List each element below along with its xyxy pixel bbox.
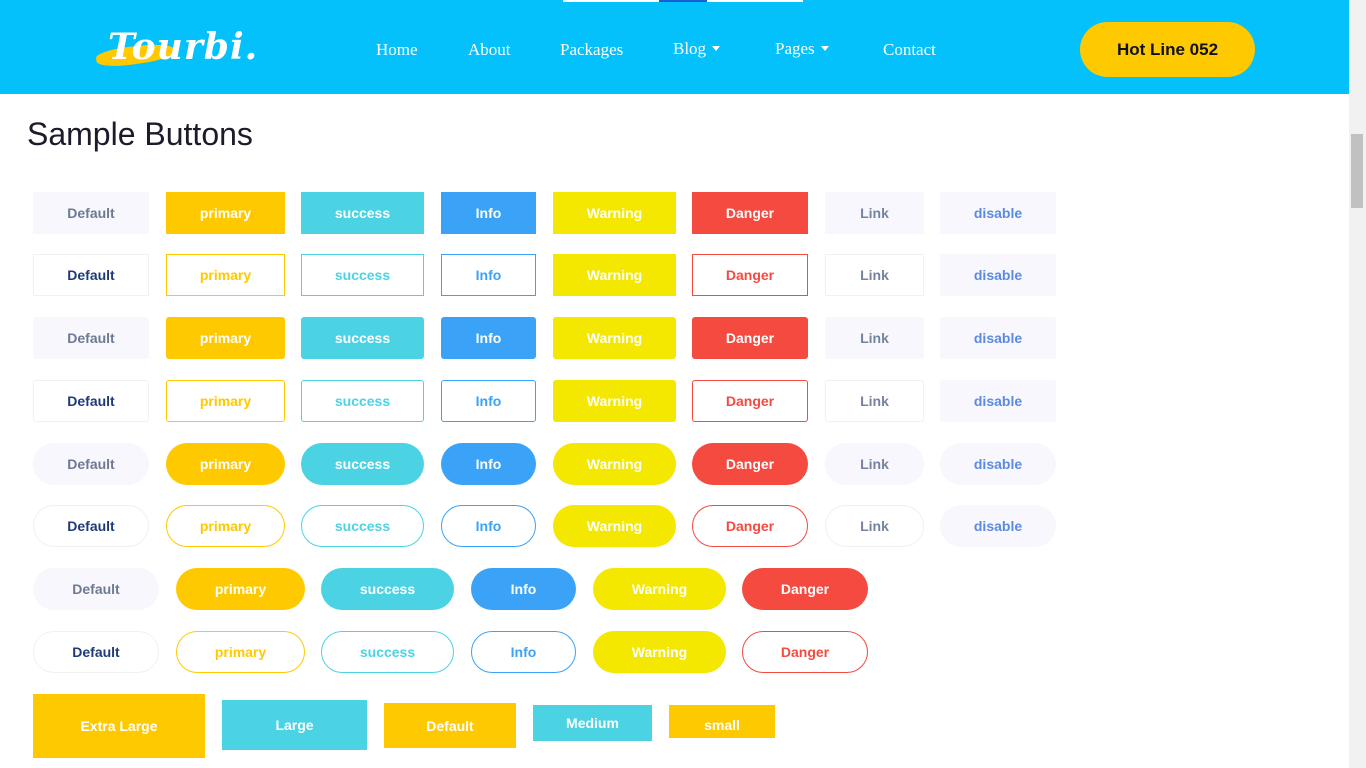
warning-button[interactable]: Warning bbox=[553, 254, 676, 296]
danger-button[interactable]: Danger bbox=[692, 254, 808, 296]
info-button[interactable]: Info bbox=[441, 192, 536, 234]
logo[interactable]: Tourbi. bbox=[95, 26, 257, 72]
default-button[interactable]: Default bbox=[33, 254, 149, 296]
navbar: Tourbi. Home About Packages Blog Pages C… bbox=[0, 0, 1349, 94]
disable-button[interactable]: disable bbox=[940, 317, 1056, 359]
default-button[interactable]: Default bbox=[33, 443, 149, 485]
info-button[interactable]: Info bbox=[441, 380, 536, 422]
nav-link-packages[interactable]: Packages bbox=[560, 40, 623, 60]
nav-link-label: Home bbox=[376, 40, 418, 59]
nav-link-contact[interactable]: Contact bbox=[883, 40, 936, 60]
small-button[interactable]: small bbox=[669, 705, 775, 738]
link-button[interactable]: Link bbox=[825, 505, 924, 547]
success-button[interactable]: success bbox=[301, 192, 424, 234]
danger-button[interactable]: Danger bbox=[692, 443, 808, 485]
primary-button[interactable]: primary bbox=[166, 317, 285, 359]
nav-link-label: About bbox=[468, 40, 511, 59]
warning-button[interactable]: Warning bbox=[593, 631, 726, 673]
logo-text: Tourbi. bbox=[108, 26, 259, 68]
primary-button[interactable]: primary bbox=[166, 254, 285, 296]
hotline-button[interactable]: Hot Line 052 bbox=[1080, 22, 1255, 77]
success-button[interactable]: success bbox=[301, 254, 424, 296]
success-button[interactable]: success bbox=[301, 443, 424, 485]
success-button[interactable]: success bbox=[301, 380, 424, 422]
primary-button[interactable]: primary bbox=[176, 568, 305, 610]
default-button[interactable]: Default bbox=[33, 631, 159, 673]
default-button[interactable]: Default bbox=[33, 380, 149, 422]
nav-link-blog[interactable]: Blog bbox=[673, 39, 721, 59]
info-button[interactable]: Info bbox=[441, 317, 536, 359]
link-button[interactable]: Link bbox=[825, 443, 924, 485]
danger-button[interactable]: Danger bbox=[692, 192, 808, 234]
nav-link-label: Contact bbox=[883, 40, 936, 59]
warning-button[interactable]: Warning bbox=[553, 505, 676, 547]
success-button[interactable]: success bbox=[321, 631, 454, 673]
warning-button[interactable]: Warning bbox=[593, 568, 726, 610]
extra-large-button[interactable]: Extra Large bbox=[33, 694, 205, 758]
caret-down-icon bbox=[712, 46, 721, 51]
link-button[interactable]: Link bbox=[825, 254, 924, 296]
nav-link-home[interactable]: Home bbox=[376, 40, 418, 60]
disable-button[interactable]: disable bbox=[940, 443, 1056, 485]
info-button[interactable]: Info bbox=[441, 254, 536, 296]
default-button[interactable]: Default bbox=[33, 568, 159, 610]
nav-link-about[interactable]: About bbox=[468, 40, 511, 60]
primary-button[interactable]: primary bbox=[166, 505, 285, 547]
link-button[interactable]: Link bbox=[825, 380, 924, 422]
info-button[interactable]: Info bbox=[471, 631, 576, 673]
danger-button[interactable]: Danger bbox=[692, 317, 808, 359]
nav-top-strip bbox=[563, 0, 803, 2]
danger-button[interactable]: Danger bbox=[692, 380, 808, 422]
success-button[interactable]: success bbox=[301, 317, 424, 359]
disable-button[interactable]: disable bbox=[940, 505, 1056, 547]
warning-button[interactable]: Warning bbox=[553, 380, 676, 422]
success-button[interactable]: success bbox=[301, 505, 424, 547]
primary-button[interactable]: primary bbox=[166, 192, 285, 234]
danger-button[interactable]: Danger bbox=[742, 631, 868, 673]
primary-button[interactable]: primary bbox=[176, 631, 305, 673]
default-button[interactable]: Default bbox=[33, 505, 149, 547]
nav-link-pages[interactable]: Pages bbox=[775, 39, 829, 59]
nav-link-label: Blog bbox=[673, 39, 707, 58]
scrollbar-thumb[interactable] bbox=[1351, 134, 1363, 208]
disable-button[interactable]: disable bbox=[940, 192, 1056, 234]
info-button[interactable]: Info bbox=[441, 443, 536, 485]
disable-button[interactable]: disable bbox=[940, 380, 1056, 422]
default-button[interactable]: Default bbox=[33, 192, 149, 234]
link-button[interactable]: Link bbox=[825, 192, 924, 234]
primary-button[interactable]: primary bbox=[166, 380, 285, 422]
page-scrollbar[interactable] bbox=[1349, 0, 1366, 768]
page-title: Sample Buttons bbox=[27, 116, 253, 152]
info-button[interactable]: Info bbox=[471, 568, 576, 610]
warning-button[interactable]: Warning bbox=[553, 317, 676, 359]
nav-link-label: Packages bbox=[560, 40, 624, 59]
warning-button[interactable]: Warning bbox=[553, 192, 676, 234]
warning-button[interactable]: Warning bbox=[553, 443, 676, 485]
medium-button[interactable]: Medium bbox=[533, 705, 652, 741]
primary-button[interactable]: primary bbox=[166, 443, 285, 485]
default-size-button[interactable]: Default bbox=[384, 703, 516, 748]
info-button[interactable]: Info bbox=[441, 505, 536, 547]
default-button[interactable]: Default bbox=[33, 317, 149, 359]
danger-button[interactable]: Danger bbox=[742, 568, 868, 610]
disable-button[interactable]: disable bbox=[940, 254, 1056, 296]
large-button[interactable]: Large bbox=[222, 700, 367, 750]
nav-link-label: Pages bbox=[775, 39, 815, 58]
success-button[interactable]: success bbox=[321, 568, 454, 610]
caret-down-icon bbox=[820, 46, 829, 51]
danger-button[interactable]: Danger bbox=[692, 505, 808, 547]
link-button[interactable]: Link bbox=[825, 317, 924, 359]
